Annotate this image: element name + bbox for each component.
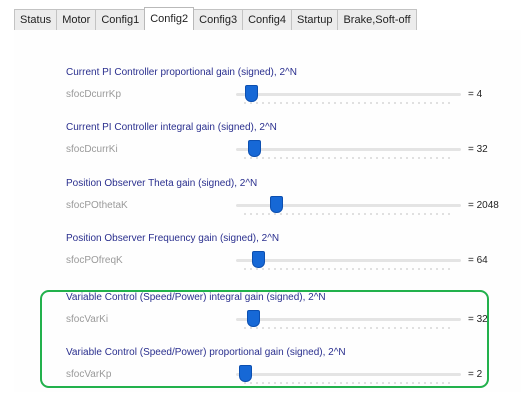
slider-thumb[interactable] [245, 85, 258, 102]
tab-bar: Status Motor Config1 Config2 Config3 Con… [0, 0, 521, 31]
slider-ticks [242, 102, 454, 104]
param-sfocpofreqk: Position Observer Frequency gain (signed… [66, 233, 521, 279]
tab-brake-soft-off[interactable]: Brake,Soft-off [337, 9, 417, 30]
param-title: Position Observer Theta gain (signed), 2… [66, 178, 258, 189]
tab-status[interactable]: Status [14, 9, 58, 30]
param-sfocdcurrki: Current PI Controller integral gain (sig… [66, 122, 521, 168]
slider-thumb[interactable] [252, 251, 265, 268]
slider-thumb[interactable] [248, 140, 261, 157]
slider-track[interactable] [236, 93, 461, 96]
tab-motor[interactable]: Motor [56, 9, 97, 30]
slider-track[interactable] [236, 259, 461, 262]
slider-thumb[interactable] [270, 196, 283, 213]
param-value: = 64 [468, 255, 488, 266]
tab-config1[interactable]: Config1 [95, 9, 146, 30]
tab-startup[interactable]: Startup [291, 9, 339, 30]
tab-config3[interactable]: Config3 [193, 9, 244, 30]
param-title: Current PI Controller integral gain (sig… [66, 122, 277, 133]
slider-ticks [242, 213, 454, 215]
param-value: = 32 [468, 144, 488, 155]
slider-ticks [242, 268, 454, 270]
param-name: sfocPOfreqK [66, 255, 123, 266]
param-sfocdcurrkp: Current PI Controller proportional gain … [66, 67, 521, 113]
param-title: Position Observer Frequency gain (signed… [66, 233, 280, 244]
param-value: = 4 [468, 89, 483, 100]
slider-track[interactable] [236, 148, 461, 151]
tab-strip: Status Motor Config1 Config2 Config3 Con… [14, 7, 521, 31]
highlight-box [40, 290, 489, 388]
param-name: sfocPOthetaK [66, 200, 128, 211]
param-name: sfocDcurrKi [66, 144, 118, 155]
param-name: sfocDcurrKp [66, 89, 122, 100]
param-title: Current PI Controller proportional gain … [66, 67, 297, 78]
tab-config4[interactable]: Config4 [242, 9, 292, 30]
tab-config2[interactable]: Config2 [144, 7, 195, 31]
param-sfocpothetak: Position Observer Theta gain (signed), 2… [66, 178, 521, 224]
slider-ticks [242, 157, 454, 159]
param-value: = 2048 [468, 200, 499, 211]
